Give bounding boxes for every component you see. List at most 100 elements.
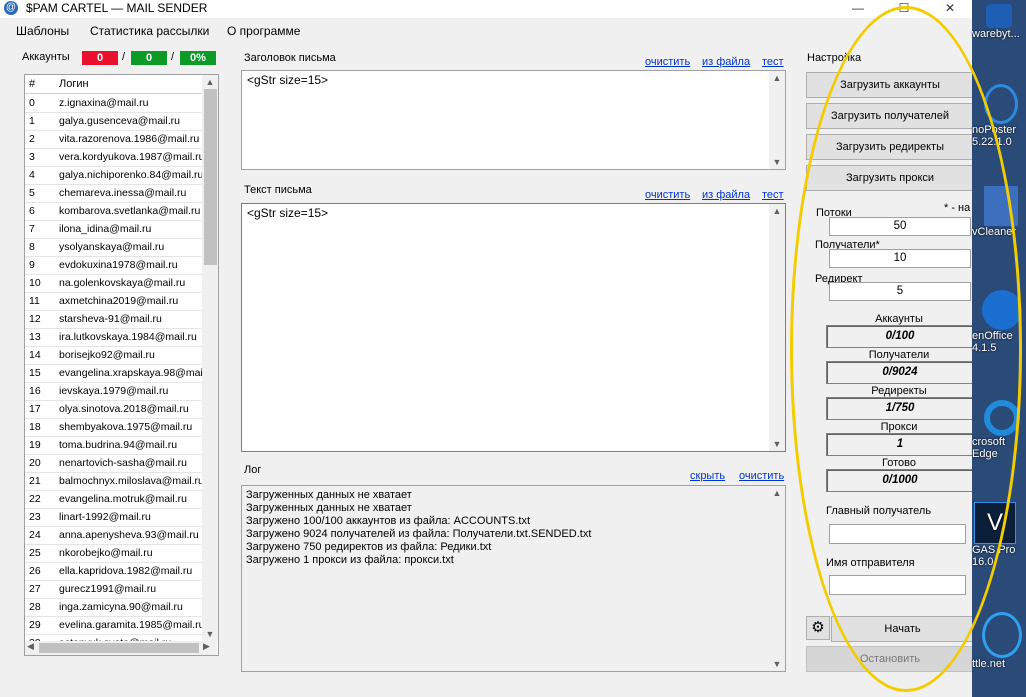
row-number: 27: [29, 583, 41, 595]
body-clear-link[interactable]: очистить: [645, 189, 690, 201]
table-row[interactable]: 0 z.ignaxina@mail.ru: [25, 95, 206, 113]
column-header-login[interactable]: Логин: [59, 78, 89, 90]
table-row[interactable]: 19 toma.budrina.94@mail.ru: [25, 437, 206, 455]
subject-from-file-link[interactable]: из файла: [702, 56, 750, 68]
table-row[interactable]: 26 ella.kapridova.1982@mail.ru: [25, 563, 206, 581]
close-button[interactable]: ✕: [930, 0, 970, 18]
scroll-thumb[interactable]: [204, 89, 217, 265]
app-window: @ $PAM CARTEL — MAIL SENDER — ☐ ✕ Шаблон…: [0, 0, 972, 697]
column-header-number[interactable]: #: [29, 78, 35, 90]
table-row[interactable]: 4 galya.nichiporenko.84@mail.ru: [25, 167, 206, 185]
table-row[interactable]: 9 evdokuxina1978@mail.ru: [25, 257, 206, 275]
subject-scrollbar[interactable]: ▲ ▼: [769, 71, 785, 169]
table-row[interactable]: 7 ilona_idina@mail.ru: [25, 221, 206, 239]
main-recipient-input[interactable]: [829, 524, 966, 544]
scroll-down-arrow-icon[interactable]: ▼: [769, 437, 785, 451]
horizontal-scroll-thumb[interactable]: [39, 643, 199, 653]
log-area[interactable]: Загруженных данных не хватает Загруженных…: [241, 485, 786, 672]
menu-templates[interactable]: Шаблоны: [16, 24, 69, 38]
desktop-icon-5[interactable]: crosoft Edge: [972, 400, 1026, 460]
table-row[interactable]: 12 starsheva-91@mail.ru: [25, 311, 206, 329]
stop-button[interactable]: Остановить: [806, 646, 972, 672]
table-row[interactable]: 23 linart-1992@mail.ru: [25, 509, 206, 527]
table-row[interactable]: 1 galya.gusenceva@mail.ru: [25, 113, 206, 131]
load-proxy-button[interactable]: Загрузить прокси: [806, 165, 972, 191]
body-from-file-link[interactable]: из файла: [702, 189, 750, 201]
log-clear-link[interactable]: очистить: [739, 470, 784, 482]
scroll-down-arrow-icon[interactable]: ▼: [769, 155, 785, 169]
body-scrollbar[interactable]: ▲ ▼: [769, 204, 785, 451]
desktop-icon-4[interactable]: enOffice 4.1.5: [972, 290, 1026, 354]
scroll-up-arrow-icon[interactable]: ▲: [202, 75, 218, 89]
load-redirects-button[interactable]: Загрузить редиректы: [806, 134, 972, 160]
redirect-field[interactable]: 5: [829, 282, 971, 301]
sender-name-input[interactable]: [829, 575, 966, 595]
table-row[interactable]: 11 axmetchina2019@mail.ru: [25, 293, 206, 311]
subject-test-link[interactable]: тест: [762, 56, 784, 68]
maximize-button[interactable]: ☐: [884, 0, 924, 18]
scroll-up-arrow-icon[interactable]: ▲: [769, 486, 785, 500]
threads-field[interactable]: 50: [829, 217, 971, 236]
row-login: vera.kordyukova.1987@mail.ru: [59, 151, 205, 163]
counter-separator: /: [122, 51, 126, 63]
table-row[interactable]: 16 ievskaya.1979@mail.ru: [25, 383, 206, 401]
accounts-horizontal-scrollbar[interactable]: ◀ ▶: [25, 641, 217, 655]
row-number: 8: [29, 241, 35, 253]
table-row[interactable]: 21 balmochnyx.miloslava@mail.ru: [25, 473, 206, 491]
row-login: starsheva-91@mail.ru: [59, 313, 162, 325]
recipients-per-field[interactable]: 10: [829, 249, 971, 268]
menu-about[interactable]: О программе: [227, 24, 300, 38]
scroll-up-arrow-icon[interactable]: ▲: [769, 204, 785, 218]
row-number: 3: [29, 151, 35, 163]
table-row[interactable]: 2 vita.razorenova.1986@mail.ru: [25, 131, 206, 149]
table-row[interactable]: 10 na.golenkovskaya@mail.ru: [25, 275, 206, 293]
body-test-link[interactable]: тест: [762, 189, 784, 201]
log-hide-link[interactable]: скрыть: [690, 470, 725, 482]
scroll-down-arrow-icon[interactable]: ▼: [769, 657, 785, 671]
table-row[interactable]: 18 shembyakova.1975@mail.ru: [25, 419, 206, 437]
accounts-vertical-scrollbar[interactable]: ▲ ▼: [202, 75, 218, 641]
table-row[interactable]: 29 evelina.garamita.1985@mail.ru: [25, 617, 206, 635]
table-row[interactable]: 20 nenartovich-sasha@mail.ru: [25, 455, 206, 473]
gear-icon[interactable]: ⚙: [806, 616, 830, 640]
table-row[interactable]: 24 anna.apenysheva.93@mail.ru: [25, 527, 206, 545]
table-row[interactable]: 22 evangelina.motruk@mail.ru: [25, 491, 206, 509]
table-row[interactable]: 3 vera.kordyukova.1987@mail.ru: [25, 149, 206, 167]
subject-textarea[interactable]: <gStr size=15> ▲ ▼: [241, 70, 786, 170]
table-row[interactable]: 25 nkorobejko@mail.ru: [25, 545, 206, 563]
row-login: balmochnyx.miloslava@mail.ru: [59, 475, 204, 487]
start-button[interactable]: Начать: [831, 616, 972, 642]
body-textarea[interactable]: <gStr size=15> ▲ ▼: [241, 203, 786, 452]
table-row[interactable]: 8 ysolyanskaya@mail.ru: [25, 239, 206, 257]
subject-clear-link[interactable]: очистить: [645, 56, 690, 68]
table-row[interactable]: 14 borisejko92@mail.ru: [25, 347, 206, 365]
log-scrollbar[interactable]: ▲ ▼: [769, 486, 785, 671]
scroll-left-arrow-icon[interactable]: ◀: [27, 641, 34, 652]
desktop-icon-1[interactable]: warebyt...: [972, 4, 1026, 40]
accounts-table[interactable]: # Логин 0 z.ignaxina@mail.ru 1 galya.gusenc…: [24, 74, 219, 656]
row-login: ilona_idina@mail.ru: [59, 223, 152, 235]
desktop-icon-7[interactable]: ttle.net: [972, 612, 1026, 670]
desktop-icon-6[interactable]: V GAS Pro 16.0: [972, 502, 1026, 568]
table-row[interactable]: 13 ira.lutkovskaya.1984@mail.ru: [25, 329, 206, 347]
scroll-up-arrow-icon[interactable]: ▲: [769, 71, 785, 85]
load-recipients-button[interactable]: Загрузить получателей: [806, 103, 972, 129]
load-accounts-button[interactable]: Загрузить аккаунты: [806, 72, 972, 98]
scroll-right-arrow-icon[interactable]: ▶: [203, 641, 210, 652]
row-number: 18: [29, 421, 41, 433]
desktop-icon-3[interactable]: vCleaner: [972, 186, 1026, 238]
table-row[interactable]: 5 chemareva.inessa@mail.ru: [25, 185, 206, 203]
scroll-down-arrow-icon[interactable]: ▼: [202, 627, 218, 641]
table-row[interactable]: 15 evangelina.xrapskaya.98@mai: [25, 365, 206, 383]
minimize-button[interactable]: —: [838, 0, 878, 18]
table-row[interactable]: 28 inga.zamicyna.90@mail.ru: [25, 599, 206, 617]
desktop-icon-2[interactable]: noPoster 5.22.1.0: [972, 84, 1026, 148]
row-number: 12: [29, 313, 41, 325]
menu-statistics[interactable]: Статистика рассылки: [90, 24, 209, 38]
log-line: Загружено 1 прокси из файла: прокси.txt: [246, 554, 454, 566]
table-row[interactable]: 27 gurecz1991@mail.ru: [25, 581, 206, 599]
row-number: 22: [29, 493, 41, 505]
table-row[interactable]: 17 olya.sinotova.2018@mail.ru: [25, 401, 206, 419]
table-row[interactable]: 6 kombarova.svetlanka@mail.ru: [25, 203, 206, 221]
desktop-icon-label: vCleaner: [972, 226, 1017, 238]
